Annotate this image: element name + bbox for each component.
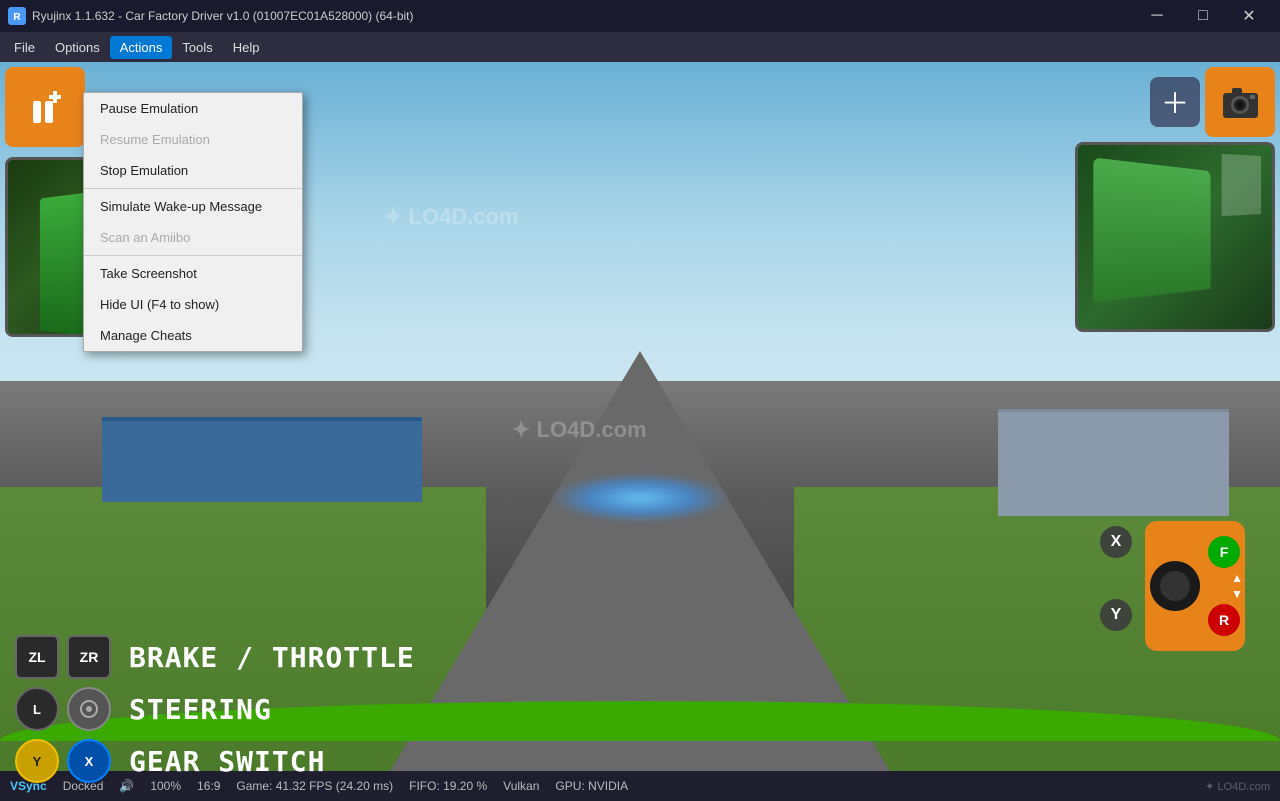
plus-icon: ＋ bbox=[1161, 82, 1189, 122]
zl-button: ZL bbox=[15, 635, 59, 679]
hud-overlay: ZL ZR BRAKE / THROTTLE L STEERING Y X GE… bbox=[0, 631, 1280, 771]
svg-text:R: R bbox=[13, 12, 21, 23]
x-button[interactable]: X bbox=[1100, 526, 1132, 558]
menu-take-screenshot[interactable]: Take Screenshot bbox=[84, 258, 302, 289]
menu-simulate-wake[interactable]: Simulate Wake-up Message bbox=[84, 191, 302, 222]
l-button: L bbox=[15, 687, 59, 731]
maximize-button[interactable]: □ bbox=[1180, 0, 1226, 32]
building-left bbox=[102, 417, 422, 502]
menu-hide-ui[interactable]: Hide UI (F4 to show) bbox=[84, 289, 302, 320]
camera-button[interactable] bbox=[1205, 67, 1275, 137]
menu-manage-cheats[interactable]: Manage Cheats bbox=[84, 320, 302, 351]
stick-knob bbox=[1160, 571, 1190, 601]
steering-label: STEERING bbox=[129, 693, 272, 726]
camera-icon bbox=[1218, 80, 1263, 125]
menu-divider-1 bbox=[84, 188, 302, 189]
ls-button bbox=[67, 687, 111, 731]
up-arrow-icon: ▲ bbox=[1231, 571, 1243, 585]
top-right-overlay: ＋ bbox=[1070, 62, 1280, 337]
pause-button[interactable] bbox=[5, 67, 85, 147]
minimize-button[interactable]: ─ bbox=[1134, 0, 1180, 32]
app-icon: R bbox=[8, 7, 26, 25]
x-hud-button: X bbox=[67, 739, 111, 783]
menu-file[interactable]: File bbox=[4, 36, 45, 59]
pause-icon bbox=[25, 87, 65, 127]
y-button[interactable]: Y bbox=[1100, 599, 1132, 631]
hud-row-steering: L STEERING bbox=[0, 683, 1280, 735]
y-hud-button: Y bbox=[15, 739, 59, 783]
add-button[interactable]: ＋ bbox=[1150, 77, 1200, 127]
menu-stop-emulation[interactable]: Stop Emulation bbox=[84, 155, 302, 186]
titlebar: R Ryujinx 1.1.632 - Car Factory Driver v… bbox=[0, 0, 1280, 32]
menu-tools[interactable]: Tools bbox=[172, 36, 222, 59]
analog-stick[interactable] bbox=[1150, 561, 1200, 611]
ls-icon bbox=[79, 699, 99, 719]
menu-options[interactable]: Options bbox=[45, 36, 110, 59]
menu-pause-emulation[interactable]: Pause Emulation bbox=[84, 93, 302, 124]
building-right bbox=[998, 409, 1228, 515]
camera-controls-group: ＋ bbox=[1150, 67, 1275, 137]
menubar: File Options Actions Tools Help bbox=[0, 32, 1280, 62]
down-arrow-icon: ▼ bbox=[1231, 587, 1243, 601]
menu-divider-2 bbox=[84, 255, 302, 256]
menu-resume-emulation: Resume Emulation bbox=[84, 124, 302, 155]
window-controls: ─ □ ✕ bbox=[1134, 0, 1272, 32]
close-button[interactable]: ✕ bbox=[1226, 0, 1272, 32]
gear-label: GEAR SWITCH bbox=[129, 745, 325, 778]
thumbnail-right bbox=[1075, 142, 1275, 332]
window-title: Ryujinx 1.1.632 - Car Factory Driver v1.… bbox=[32, 9, 1134, 23]
f-button[interactable]: F bbox=[1208, 536, 1240, 568]
hud-row-brake: ZL ZR BRAKE / THROTTLE bbox=[0, 631, 1280, 683]
menu-actions[interactable]: Actions bbox=[110, 36, 173, 59]
menu-scan-amiibo: Scan an Amiibo bbox=[84, 222, 302, 253]
hud-row-gear: Y X GEAR SWITCH bbox=[0, 735, 1280, 787]
zr-button: ZR bbox=[67, 635, 111, 679]
actions-dropdown-menu: Pause Emulation Resume Emulation Stop Em… bbox=[83, 92, 303, 352]
menu-help[interactable]: Help bbox=[223, 36, 270, 59]
brake-label: BRAKE / THROTTLE bbox=[129, 641, 415, 674]
portal-effect bbox=[550, 473, 730, 523]
